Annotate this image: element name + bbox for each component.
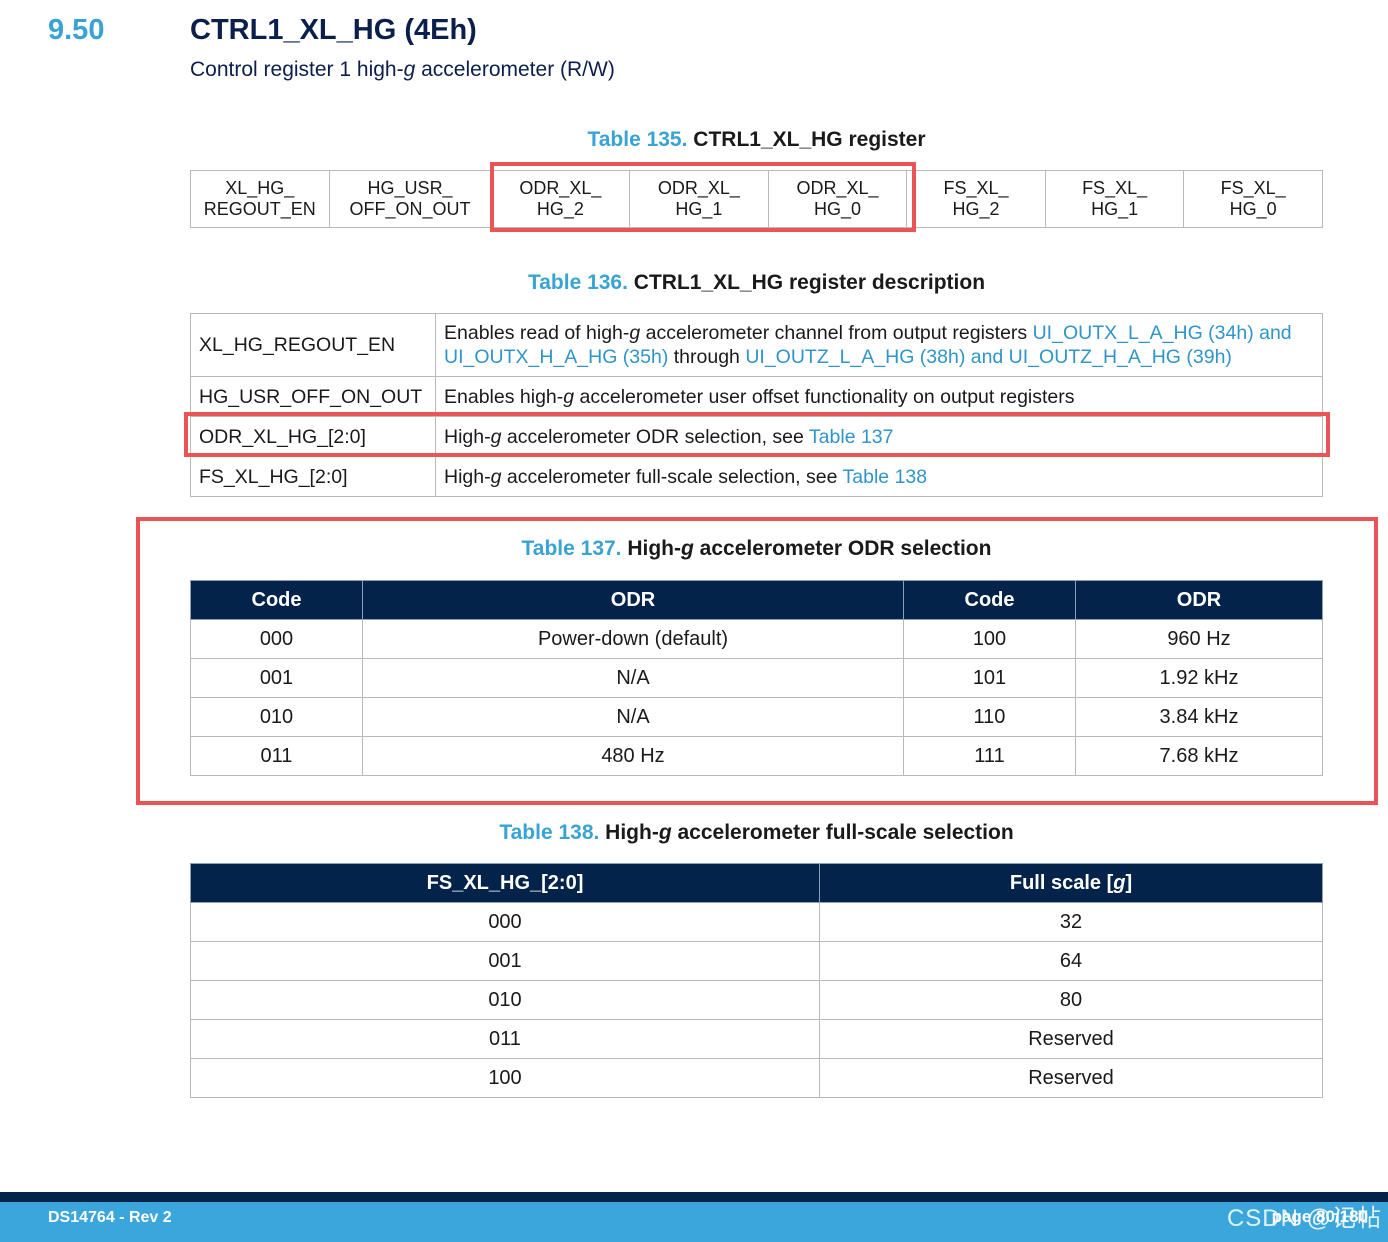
register-description-table: XL_HG_REGOUT_EN Enables read of high-g a…: [190, 313, 1323, 497]
table-row: 011 Reserved: [190, 1019, 1323, 1059]
section-subtitle: Control register 1 high-g accelerometer …: [190, 58, 615, 81]
table-cell: N/A: [362, 658, 904, 698]
table-cell: 100: [903, 619, 1076, 659]
table-row: XL_HG_ REGOUT_EN HG_USR_ OFF_ON_OUT ODR_XL…: [190, 170, 1323, 228]
bit-cell-7: XL_HG_ REGOUT_EN: [190, 170, 330, 228]
table-header-row: Code ODR Code ODR: [190, 580, 1323, 620]
footer-band: [0, 1192, 1388, 1202]
table-138-caption: Table 138. High-g accelerometer full-sca…: [499, 821, 1014, 844]
field-description: High-g accelerometer full-scale selectio…: [435, 456, 1323, 497]
table-cell: 1.92 kHz: [1075, 658, 1323, 698]
bit-cell-0: FS_XL_ HG_0: [1183, 170, 1323, 228]
table-cell: N/A: [362, 697, 904, 737]
table-cell: Reserved: [819, 1019, 1323, 1059]
field-description: High-g accelerometer ODR selection, see …: [435, 416, 1323, 457]
column-header: Full scale [g]: [819, 863, 1323, 903]
table-row: 010 N/A 110 3.84 kHz: [190, 697, 1323, 737]
table-138-link[interactable]: Table 138: [843, 466, 928, 488]
table-cell: 100: [190, 1058, 820, 1098]
bit-cell-6: HG_USR_ OFF_ON_OUT: [328, 170, 492, 228]
table-row: FS_XL_HG_[2:0] High-g accelerometer full…: [190, 456, 1323, 497]
document-id: DS14764 - Rev 2: [48, 1209, 172, 1226]
table-cell: 010: [190, 697, 363, 737]
table-row: 010 80: [190, 980, 1323, 1020]
table-row: 000 32: [190, 902, 1323, 942]
table-row: 001 64: [190, 941, 1323, 981]
table-cell: 480 Hz: [362, 736, 904, 776]
section-number: 9.50: [48, 14, 105, 46]
page-footer: [0, 1202, 1388, 1242]
table-cell: 7.68 kHz: [1075, 736, 1323, 776]
watermark: CSDN @记帖: [1226, 1205, 1382, 1232]
table-136-caption: Table 136. CTRL1_XL_HG register descript…: [527, 271, 986, 294]
register-bit-table: XL_HG_ REGOUT_EN HG_USR_ OFF_ON_OUT ODR_XL…: [190, 170, 1323, 228]
table-137-caption: Table 137. High-g accelerometer ODR sele…: [521, 537, 992, 560]
table-header-row: FS_XL_HG_[2:0] Full scale [g]: [190, 863, 1323, 903]
table-cell: 001: [190, 658, 363, 698]
column-header: Code: [190, 580, 363, 620]
column-header: ODR: [362, 580, 904, 620]
column-header: FS_XL_HG_[2:0]: [190, 863, 820, 903]
bit-cell-3: ODR_XL_ HG_0: [767, 170, 908, 228]
field-name: FS_XL_HG_[2:0]: [190, 456, 436, 497]
table-cell: Power-down (default): [362, 619, 904, 659]
table-cell: Reserved: [819, 1058, 1323, 1098]
table-cell: 010: [190, 980, 820, 1020]
table-cell: 80: [819, 980, 1323, 1020]
column-header: Code: [903, 580, 1076, 620]
bit-cell-5: ODR_XL_ HG_2: [490, 170, 631, 228]
table-cell: 3.84 kHz: [1075, 697, 1323, 737]
full-scale-selection-table: FS_XL_HG_[2:0] Full scale [g] 000 32 001…: [190, 863, 1323, 1098]
bit-cell-1: FS_XL_ HG_1: [1044, 170, 1185, 228]
table-cell: 111: [903, 736, 1076, 776]
field-description: Enables high-g accelerometer user offset…: [435, 376, 1323, 417]
table-row: 011 480 Hz 111 7.68 kHz: [190, 736, 1323, 776]
table-135-caption: Table 135. CTRL1_XL_HG register: [587, 128, 926, 151]
table-row: ODR_XL_HG_[2:0] High-g accelerometer ODR…: [190, 416, 1323, 457]
field-name: HG_USR_OFF_ON_OUT: [190, 376, 436, 417]
register-link[interactable]: UI_OUTZ_L_A_HG (38h) and UI_OUTZ_H_A_HG …: [745, 346, 1232, 368]
table-137-link[interactable]: Table 137: [809, 426, 894, 448]
table-row: HG_USR_OFF_ON_OUT Enables high-g acceler…: [190, 376, 1323, 417]
table-cell: 001: [190, 941, 820, 981]
table-cell: 000: [190, 902, 820, 942]
table-cell: 110: [903, 697, 1076, 737]
table-row: 100 Reserved: [190, 1058, 1323, 1098]
table-row: 001 N/A 101 1.92 kHz: [190, 658, 1323, 698]
table-cell: 960 Hz: [1075, 619, 1323, 659]
field-description: Enables read of high-g accelerometer cha…: [435, 313, 1323, 377]
table-row: XL_HG_REGOUT_EN Enables read of high-g a…: [190, 313, 1323, 377]
field-name: XL_HG_REGOUT_EN: [190, 313, 436, 377]
section-title: CTRL1_XL_HG (4Eh): [190, 14, 477, 46]
column-header: ODR: [1075, 580, 1323, 620]
bit-cell-4: ODR_XL_ HG_1: [629, 170, 769, 228]
table-cell: 32: [819, 902, 1323, 942]
table-cell: 000: [190, 619, 363, 659]
table-cell: 64: [819, 941, 1323, 981]
table-cell: 011: [190, 1019, 820, 1059]
field-name: ODR_XL_HG_[2:0]: [190, 416, 436, 457]
table-cell: 101: [903, 658, 1076, 698]
odr-selection-table: Code ODR Code ODR 000 Power-down (defaul…: [190, 580, 1323, 776]
bit-cell-2: FS_XL_ HG_2: [906, 170, 1046, 228]
table-row: 000 Power-down (default) 100 960 Hz: [190, 619, 1323, 659]
table-cell: 011: [190, 736, 363, 776]
